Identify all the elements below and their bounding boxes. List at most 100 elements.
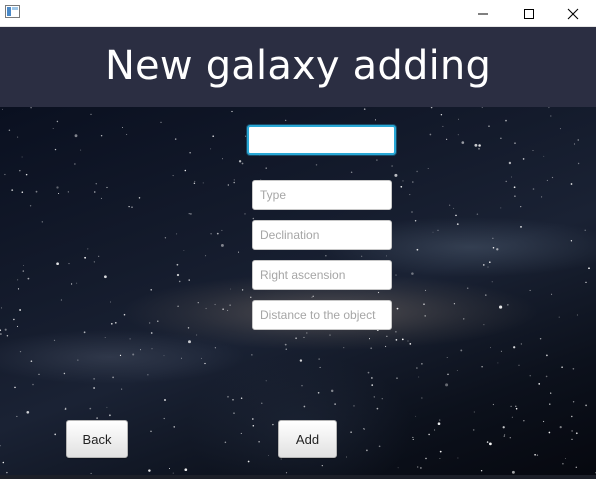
back-button[interactable]: Back: [66, 420, 128, 458]
add-button[interactable]: Add: [278, 420, 337, 458]
star: [38, 373, 40, 376]
star: [151, 348, 153, 350]
star: [35, 190, 38, 193]
star: [511, 470, 515, 474]
star: [378, 445, 381, 448]
star: [204, 362, 206, 365]
star: [572, 368, 575, 370]
star: [489, 442, 492, 446]
star: [353, 405, 355, 407]
maximize-button[interactable]: [506, 0, 552, 27]
star: [416, 248, 419, 251]
star: [160, 121, 162, 123]
star: [52, 128, 54, 129]
star: [457, 134, 459, 136]
star: [418, 376, 420, 378]
star: [17, 279, 19, 281]
star: [485, 294, 487, 296]
star: [17, 288, 20, 290]
star: [140, 349, 141, 351]
star: [163, 355, 165, 357]
star: [504, 434, 506, 436]
star: [0, 445, 1, 447]
star: [445, 383, 449, 387]
star: [265, 167, 267, 169]
star: [416, 170, 418, 173]
star: [110, 322, 113, 325]
star: [416, 367, 418, 369]
star: [515, 405, 517, 407]
star: [442, 125, 444, 127]
star: [394, 173, 398, 177]
star: [26, 410, 30, 414]
star: [439, 450, 442, 453]
right-ascension-input[interactable]: [252, 260, 392, 290]
star: [241, 289, 244, 291]
star: [409, 343, 412, 345]
star: [238, 160, 242, 163]
star: [2, 461, 5, 464]
star: [381, 398, 383, 400]
star: [212, 135, 215, 138]
star: [311, 296, 313, 298]
star: [119, 354, 122, 357]
star: [411, 181, 414, 183]
star: [14, 386, 16, 389]
star: [90, 113, 92, 116]
star: [80, 149, 82, 151]
star: [370, 347, 373, 350]
star: [157, 320, 159, 323]
star: [446, 357, 448, 358]
galaxy-name-input[interactable]: [247, 125, 396, 155]
star: [131, 206, 133, 208]
star: [114, 321, 117, 324]
star: [312, 295, 314, 298]
star: [541, 196, 543, 198]
star: [513, 346, 516, 349]
star: [317, 391, 320, 394]
star: [233, 181, 235, 184]
star: [411, 272, 414, 275]
star: [570, 183, 573, 185]
star: [478, 144, 481, 147]
star: [27, 277, 30, 280]
distance-input[interactable]: [252, 300, 392, 330]
star: [245, 135, 247, 137]
star: [58, 192, 60, 195]
star: [428, 433, 430, 436]
star: [189, 152, 191, 154]
star: [325, 255, 327, 257]
star: [41, 221, 43, 223]
star: [196, 334, 198, 336]
star: [455, 214, 457, 217]
star: [505, 180, 507, 183]
type-input[interactable]: [252, 180, 392, 210]
star: [550, 392, 552, 394]
star: [440, 114, 443, 116]
star: [93, 261, 95, 263]
star: [548, 431, 551, 434]
star: [395, 339, 398, 341]
close-button[interactable]: [550, 0, 596, 27]
star: [458, 118, 459, 120]
star: [150, 430, 152, 433]
star: [562, 462, 564, 465]
bottom-edge: [0, 475, 596, 479]
page-header: New galaxy adding: [0, 27, 596, 107]
star: [104, 337, 106, 338]
star: [63, 372, 66, 375]
minimize-button[interactable]: [460, 0, 506, 27]
star: [488, 125, 490, 127]
star: [411, 211, 413, 213]
star: [538, 383, 541, 385]
star: [67, 191, 69, 193]
declination-input[interactable]: [252, 220, 392, 250]
star: [536, 454, 539, 456]
star: [252, 425, 255, 427]
star: [272, 423, 274, 426]
star: [227, 395, 229, 398]
star: [489, 261, 491, 263]
star: [514, 142, 516, 144]
star: [321, 464, 323, 467]
star: [19, 169, 21, 172]
